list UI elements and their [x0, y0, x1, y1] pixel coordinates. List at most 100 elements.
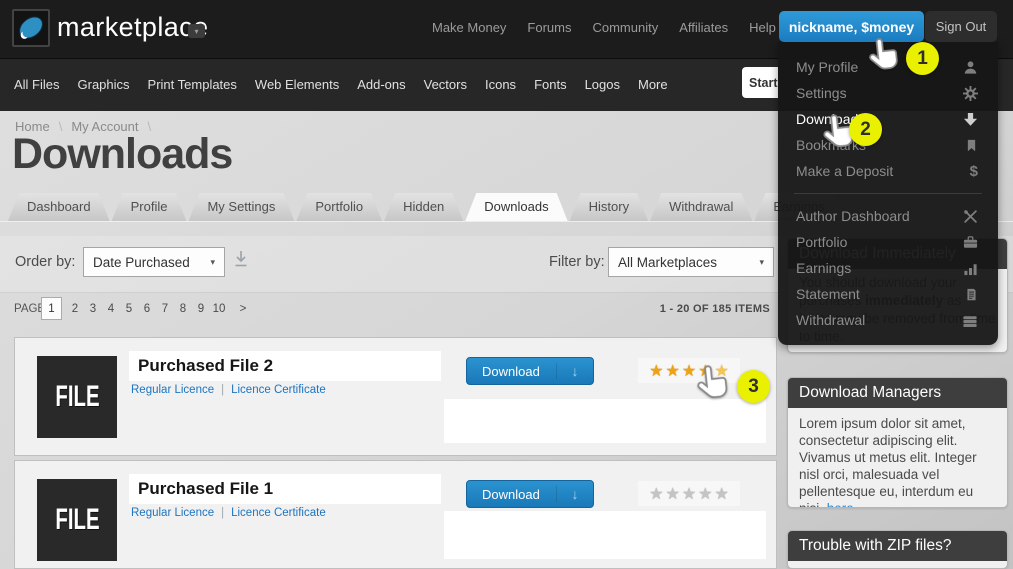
menu-item-downloads[interactable]: Downloads	[778, 106, 998, 132]
download-list-icon[interactable]	[233, 250, 249, 275]
rating-stars: ★ ★ ★ ★ ★	[638, 481, 740, 506]
menu-item-make-a-deposit[interactable]: Make a Deposit $	[778, 158, 998, 184]
star-icon[interactable]: ★	[682, 484, 696, 504]
star-icon[interactable]: ★	[649, 361, 663, 381]
menu-item-label: Author Dashboard	[796, 208, 910, 224]
page-number[interactable]: 7	[156, 303, 174, 315]
menu-item-label: Make a Deposit	[796, 163, 893, 179]
start-selling-button[interactable]: Start S	[742, 67, 778, 98]
tab-dashboard[interactable]: Dashboard	[8, 193, 110, 221]
chevron-down-icon: ▾	[759, 257, 764, 268]
star-icon[interactable]: ★	[715, 484, 729, 504]
menu-item-portfolio[interactable]: Portfolio	[778, 229, 998, 255]
page-number[interactable]: 9	[192, 303, 210, 315]
page-current[interactable]: 1	[41, 297, 62, 320]
regular-licence-link[interactable]: Regular Licence	[131, 384, 214, 396]
page-number[interactable]: 10	[210, 303, 228, 315]
menu-item-label: Settings	[796, 85, 847, 101]
cat-more[interactable]: More	[638, 77, 668, 92]
cursor-icon	[692, 361, 736, 405]
star-icon[interactable]: ★	[665, 484, 679, 504]
menu-item-earnings[interactable]: Earnings	[778, 255, 998, 281]
cat-vectors[interactable]: Vectors	[424, 77, 467, 92]
cat-web-elements[interactable]: Web Elements	[255, 77, 339, 92]
cat-print-templates[interactable]: Print Templates	[148, 77, 237, 92]
download-button[interactable]: Download ↓	[466, 480, 594, 508]
sign-out-button[interactable]: Sign Out	[925, 11, 997, 42]
filter-by-label: Filter by:	[549, 254, 605, 270]
user-icon	[963, 60, 978, 75]
licence-certificate-link[interactable]: Licence Certificate	[231, 384, 326, 396]
nav-affiliates[interactable]: Affiliates	[679, 20, 728, 35]
menu-item-settings[interactable]: Settings	[778, 80, 998, 106]
cat-icons[interactable]: Icons	[485, 77, 516, 92]
cat-add-ons[interactable]: Add-ons	[357, 77, 405, 92]
star-icon[interactable]: ★	[665, 361, 679, 381]
download-arrow-icon: ↓	[556, 363, 593, 379]
regular-licence-link[interactable]: Regular Licence	[131, 507, 214, 519]
items-count-summary: 1 - 20 OF 185 ITEMS	[660, 303, 770, 315]
download-button[interactable]: Download ↓	[466, 357, 594, 385]
star-icon[interactable]: ★	[698, 484, 712, 504]
menu-item-withdrawal[interactable]: Withdrawal	[778, 307, 998, 333]
menu-item-label: Portfolio	[796, 234, 847, 250]
purchased-item-row: FILE Purchased File 2 Regular Licence | Li…	[14, 337, 777, 456]
filter-by-select[interactable]: All Marketplaces ▾	[608, 247, 774, 277]
star-icon[interactable]: ★	[649, 484, 663, 504]
page-number[interactable]: 3	[84, 303, 102, 315]
menu-item-label: Earnings	[796, 260, 851, 276]
logo-dropdown-button[interactable]: ▾	[188, 24, 205, 38]
here-link[interactable]: here	[827, 501, 854, 508]
download-button-label: Download	[467, 364, 556, 379]
cash-icon	[962, 313, 978, 328]
step-badge-1: 1	[906, 42, 939, 75]
tab-my-settings[interactable]: My Settings	[188, 193, 294, 221]
cat-graphics[interactable]: Graphics	[78, 77, 130, 92]
file-thumbnail[interactable]: FILE	[37, 479, 117, 561]
cat-all-files[interactable]: All Files	[14, 77, 60, 92]
page-number[interactable]: 8	[174, 303, 192, 315]
page-number[interactable]: 4	[102, 303, 120, 315]
item-title: Purchased File 2	[129, 351, 441, 381]
order-by-select[interactable]: Date Purchased ▾	[83, 247, 225, 277]
zip-trouble-box: Trouble with ZIP files?	[787, 530, 1008, 569]
cat-fonts[interactable]: Fonts	[534, 77, 567, 92]
sidebar-box-body: Lorem ipsum dolor sit amet, consectetur …	[788, 408, 1007, 508]
nav-make-money[interactable]: Make Money	[432, 20, 506, 35]
tab-hidden[interactable]: Hidden	[384, 193, 463, 221]
tab-withdrawal[interactable]: Withdrawal	[650, 193, 752, 221]
tab-profile[interactable]: Profile	[112, 193, 187, 221]
nav-help[interactable]: Help	[749, 20, 776, 35]
menu-item-label: My Profile	[796, 59, 858, 75]
link-separator: |	[221, 507, 224, 519]
purchased-item-row: FILE Purchased File 1 Regular Licence | Li…	[14, 460, 777, 569]
page: marketplace ▾ Make Money Forums Communit…	[0, 0, 1013, 569]
menu-item-bookmarks[interactable]: Bookmarks	[778, 132, 998, 158]
tab-portfolio[interactable]: Portfolio	[296, 193, 382, 221]
page-number[interactable]: 6	[138, 303, 156, 315]
file-thumbnail[interactable]: FILE	[37, 356, 117, 438]
cat-logos[interactable]: Logos	[585, 77, 620, 92]
tab-history[interactable]: History	[570, 193, 648, 221]
marketplace-logo[interactable]	[12, 9, 50, 47]
header-nav: Make Money Forums Community Affiliates H…	[432, 0, 776, 55]
download-button-label: Download	[467, 487, 556, 502]
download-arrow-icon: ↓	[556, 486, 593, 502]
page-next[interactable]: >	[234, 303, 252, 315]
order-by-value: Date Purchased	[93, 255, 190, 270]
menu-item-author-dashboard[interactable]: Author Dashboard	[778, 203, 998, 229]
menu-item-label: Statement	[796, 286, 860, 302]
page-number[interactable]: 5	[120, 303, 138, 315]
nav-community[interactable]: Community	[592, 20, 658, 35]
tools-icon	[963, 209, 978, 224]
item-title: Purchased File 1	[129, 474, 441, 504]
menu-item-statement[interactable]: Statement	[778, 281, 998, 307]
statement-icon	[965, 287, 978, 302]
body-text: Lorem ipsum dolor sit amet, consectetur …	[799, 416, 977, 508]
link-separator: |	[221, 384, 224, 396]
page-number[interactable]: 2	[66, 303, 84, 315]
licence-certificate-link[interactable]: Licence Certificate	[231, 507, 326, 519]
tab-downloads[interactable]: Downloads	[465, 193, 567, 221]
nav-forums[interactable]: Forums	[527, 20, 571, 35]
step-badge-2: 2	[849, 113, 882, 146]
